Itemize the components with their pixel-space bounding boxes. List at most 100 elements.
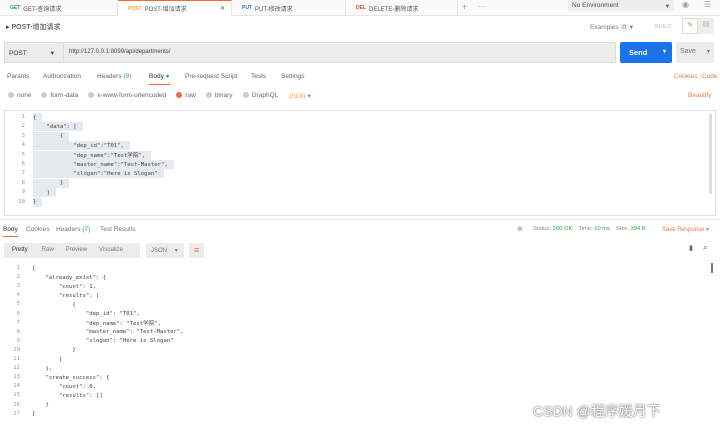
- time-value: 10 ms: [594, 226, 611, 232]
- more-tabs-button[interactable]: ···: [478, 2, 486, 11]
- code-line: "master_name":"Test-Master",: [33, 160, 174, 169]
- line-number: 12: [13, 365, 20, 372]
- response-body: 1 {2 "already_exist": {3 "count": 1, 4 "re…: [0, 264, 712, 424]
- response-format-select[interactable]: JSON ▾: [146, 243, 184, 258]
- environment-select[interactable]: No Environment ▾: [568, 0, 674, 11]
- line-number: 2: [21, 123, 25, 130]
- tab-pre-request-script[interactable]: Pre-request Script: [185, 73, 237, 80]
- code-line: "dep_id": "T01",: [32, 311, 140, 317]
- code-line: },: [32, 365, 53, 372]
- radio-none[interactable]: none: [8, 92, 31, 100]
- line-number: 5: [16, 301, 20, 308]
- examples-dropdown[interactable]: Examples 0 ▾: [590, 23, 633, 31]
- line-number: 5: [21, 151, 25, 158]
- search-icon[interactable]: ⌕: [703, 243, 707, 253]
- tab-settings[interactable]: Settings: [281, 73, 305, 80]
- view-preview[interactable]: Preview: [60, 243, 93, 258]
- send-button[interactable]: Send ▾: [620, 42, 672, 63]
- line-number: 15: [13, 392, 20, 399]
- request-title[interactable]: ▸ POST-增加请求: [6, 22, 60, 32]
- tab-tests[interactable]: Tests: [251, 73, 266, 80]
- edit-icon[interactable]: ✎: [682, 18, 698, 34]
- code-link[interactable]: Code: [702, 73, 718, 80]
- line-number: 10: [18, 198, 25, 205]
- close-icon[interactable]: ✕: [220, 5, 225, 12]
- line-number: 3: [21, 132, 25, 139]
- send-dropdown-icon[interactable]: ▾: [663, 48, 666, 55]
- view-mode-bar: Pretty Raw Preview Visualize: [4, 243, 140, 258]
- line-number: 7: [16, 319, 20, 326]
- format-select[interactable]: JSON ▾: [288, 92, 310, 100]
- line-number: 1: [16, 265, 20, 271]
- tab-post[interactable]: POST POST-增加请求 ✕: [118, 0, 232, 16]
- build-label[interactable]: BUILD: [655, 24, 671, 30]
- settings-sliders-icon[interactable]: ☰: [704, 0, 711, 9]
- resp-tab-cookies[interactable]: Cookies: [26, 226, 49, 233]
- code-line: {: [33, 131, 70, 141]
- code-line: "count": 1,: [32, 283, 96, 290]
- line-number: 14: [13, 383, 20, 390]
- tab-headers[interactable]: Headers (9): [97, 73, 131, 80]
- tab-params[interactable]: Params: [7, 73, 29, 80]
- globe-icon[interactable]: ⊕: [517, 225, 523, 233]
- tab-bar: GET GET-查询请求 POST POST-增加请求 ✕ PUT PUT-修改请求 D…: [0, 0, 720, 16]
- copy-icon[interactable]: ▮: [689, 244, 693, 252]
- tab-put[interactable]: PUT PUT-修改请求: [232, 0, 346, 16]
- radio-graphql[interactable]: GraphQL: [242, 92, 278, 100]
- method-select[interactable]: POST ▾: [9, 49, 54, 57]
- code-line: }: [32, 402, 49, 408]
- line-number: 8: [21, 179, 25, 186]
- new-tab-button[interactable]: +: [462, 2, 467, 12]
- line-number: 7: [21, 170, 25, 177]
- code-line: "dep_name":"Test学院",: [33, 150, 152, 160]
- code-line: }: [32, 411, 36, 418]
- editor-scrollbar[interactable]: [709, 114, 712, 194]
- code-line: }: [33, 197, 43, 207]
- resp-tab-headers[interactable]: Headers (7): [56, 226, 90, 233]
- resp-tab-test-results[interactable]: Test Results: [100, 226, 135, 233]
- tab-get[interactable]: GET GET-查询请求: [0, 0, 118, 16]
- radio-raw[interactable]: raw: [176, 92, 196, 100]
- wrap-lines-icon[interactable]: ≡: [189, 243, 204, 258]
- url-input[interactable]: http://127.0.0.1:8099/api/departments/: [63, 43, 616, 62]
- resp-tab-body[interactable]: Body: [3, 226, 18, 237]
- code-line: }: [33, 178, 70, 188]
- radio-x-www-form-urlencoded[interactable]: x-www-form-urlencoded: [88, 92, 166, 100]
- line-number: 3: [16, 283, 20, 290]
- line-number: 9: [21, 189, 25, 196]
- view-pretty[interactable]: Pretty: [4, 243, 36, 258]
- code-line: {: [33, 113, 43, 122]
- request-body-editor[interactable]: 1 {2 "data": [3 {4 "dep_id":"T01", 5 "dep_…: [4, 110, 716, 216]
- code-line: {: [32, 301, 76, 308]
- radio-form-data[interactable]: form-data: [41, 92, 78, 100]
- code-line: "data": [: [33, 122, 83, 132]
- line-number: 11: [13, 356, 20, 362]
- line-number: 10: [13, 346, 20, 353]
- tab-authorization[interactable]: Authorization: [43, 73, 81, 80]
- radio-binary[interactable]: binary: [205, 92, 233, 100]
- code-line: ]: [32, 356, 63, 363]
- cookies-link[interactable]: Cookies: [674, 73, 697, 80]
- beautify-link[interactable]: Beautify: [688, 92, 712, 99]
- view-visualize[interactable]: Visualize: [93, 243, 129, 258]
- line-number: 2: [16, 274, 20, 281]
- tab-delete[interactable]: DEL DELETE-删除请求: [346, 0, 458, 16]
- line-number: 17: [13, 410, 20, 417]
- line-number: 1: [21, 114, 25, 120]
- eye-icon[interactable]: ◉: [682, 0, 689, 9]
- code-line: ]: [33, 188, 56, 198]
- response-scrollbar[interactable]: [711, 263, 713, 273]
- tab-body[interactable]: Body ●: [149, 73, 170, 85]
- view-raw[interactable]: Raw: [36, 243, 60, 258]
- code-line: "master_name": "Test-Master",: [32, 329, 184, 336]
- code-line: }: [32, 347, 76, 354]
- docs-icon[interactable]: ▤: [698, 18, 714, 34]
- save-response-button[interactable]: Save Response ▾: [662, 226, 709, 233]
- code-line: "count": 0,: [32, 383, 96, 390]
- code-line: {: [32, 265, 36, 272]
- divider: [0, 219, 720, 220]
- response-meta: Status: 200 OK Time: 10 ms Size: 394 B: [533, 226, 646, 232]
- save-button[interactable]: Save ▾: [676, 42, 714, 63]
- url-bar: POST ▾ http://127.0.0.1:8099/api/departme…: [4, 42, 616, 63]
- line-number: 13: [13, 374, 20, 381]
